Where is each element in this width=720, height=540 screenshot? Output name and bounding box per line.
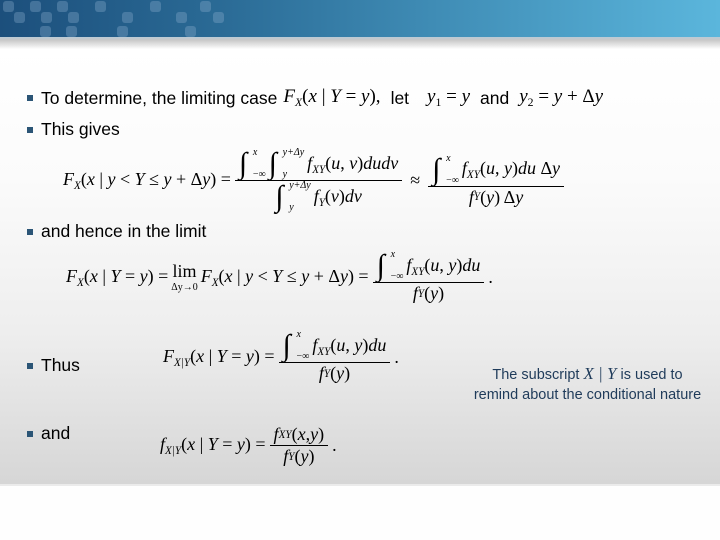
bullet-icon [27,126,33,133]
lower-limit: −∞ [390,271,404,282]
header-tile [30,1,41,12]
header-tile [122,12,133,23]
eq4-fraction: f XY(x, y) f Y(y) [269,424,329,467]
note-line-1: The subscript X | Y is used to [455,364,720,385]
eq1-numerator: ∫ x −∞ ∫ y+Δy y fXY(u, v)dudv [238,147,399,180]
header-banner [0,0,720,37]
header-tile [57,1,68,12]
equation-limit-cdf: FX(x | Y = y) = lim Δy→0 FX(x | y < Y ≤ … [66,250,493,304]
header-tile [3,1,14,12]
integral-sign: ∫ [268,147,277,180]
eq3-fraction: ∫ x −∞ fXY(u, y)du f Y(y) [278,329,391,384]
eq4-denominator: f Y(y) [283,446,315,466]
eq4-lhs: fX|Y(x | Y = y) = [160,434,266,457]
bullet-icon [27,430,33,437]
period: . [394,346,399,367]
eq4-numerator: f XY(x, y) [273,424,325,444]
connector-and: and [480,87,510,108]
bullet-text: To determine, the limiting case [41,87,278,108]
lower-limit: −∞ [252,169,266,180]
bullet-text: and [41,423,71,443]
math-y1: y1 = y [427,86,471,110]
math-fx-given-y: FX(x | Y = y), [283,86,381,110]
approx-sign: ≈ [410,170,421,190]
upper-limit: y+Δy [289,180,311,191]
header-shadow [0,37,720,49]
note-suffix: is used to [620,367,683,383]
header-tile [41,12,52,23]
equation-conditional-cdf-interval: FX(x | y < Y ≤ y + Δy) = ∫ x −∞ ∫ y+Δy y f… [63,148,568,213]
header-tile [213,12,224,23]
header-tile [185,26,196,37]
eq2-fraction: ∫ x −∞ fXY(u, y)du f Y(y) [372,249,485,304]
note-prefix: The subscript [492,367,580,383]
integral-sign: ∫ [432,152,441,186]
lower-limit: y [289,202,294,213]
eq2-lhs: FX(x | Y = y) = [66,265,169,289]
equation-conditional-pdf: fX|Y(x | Y = y) = f XY(x, y) f Y(y) . [160,424,337,467]
header-tile [14,12,25,23]
eq1-denominator: ∫ y+Δy y fY(v)dv [275,180,362,213]
bullet-icon [27,95,33,102]
eq1-rhs-denominator: f Y(y) Δy [468,186,524,207]
integral-sign: ∫ [282,329,291,362]
upper-limit: x [390,249,396,260]
upper-limit: x [446,152,451,164]
header-tile [200,1,211,12]
header-tile [176,12,187,23]
period: . [332,435,337,455]
lower-limit: −∞ [296,351,310,362]
eq1-fraction: ∫ x −∞ ∫ y+Δy y fXY(u, v)dudv ∫ y+Δy y fY(v… [234,147,403,213]
bullet-icon [27,228,33,235]
bullet-text: and hence in the limit [41,221,207,241]
bullet-text: This gives [41,119,120,139]
eq1-lhs: FX(x | y < Y ≤ y + Δy) = [63,169,231,192]
eq1-rhs-numerator: ∫ x −∞ fXY(u, y)du Δy [432,152,561,186]
header-tile [40,26,51,37]
period: . [488,266,493,287]
eq2-limit: lim Δy→0 [171,261,197,293]
equation-conditional-cdf: FX|Y(x | Y = y) = ∫ x −∞ fXY(u, y)du f Y(y… [163,330,399,384]
lim-subscript: Δy→0 [171,282,198,293]
note-line-2: remind about the conditional nature [473,387,702,403]
lower-limit: −∞ [446,174,459,186]
eq3-denominator: f Y(y) [318,363,351,383]
integral-sign: ∫ [238,147,248,180]
eq2-mid: FX(x | y < Y ≤ y + Δy) = [200,265,369,289]
eq2-numerator: ∫ x −∞ fXY(u, y)du [376,249,481,282]
integral-sign: ∫ [275,180,284,213]
subscript-note: The subscript X | Y is used to remind ab… [455,364,720,405]
bullet-item-this-gives: This gives [27,119,120,140]
header-tile [95,1,106,12]
bullet-icon [27,362,33,369]
eq1-rhs-fraction: ∫ x −∞ fXY(u, y)du Δy f Y(y) Δy [428,152,565,208]
panel-bottom-edge [0,484,720,486]
upper-limit: y+Δy [282,147,305,158]
note-math: X | Y [583,364,617,383]
eq3-numerator: ∫ x −∞ fXY(u, y)du [282,329,387,362]
header-tile [150,1,161,12]
integral-sign: ∫ [376,249,385,282]
upper-limit: x [252,147,258,158]
upper-limit: x [296,329,301,340]
header-tile [117,26,128,37]
bullet-item-and: and [27,423,70,444]
bullet-item-thus: Thus [27,355,80,376]
bullet-item-hence-limit: and hence in the limit [27,221,206,242]
bullet-item-limiting-case: To determine, the limiting case FX(x | Y… [27,86,609,110]
lim-label: lim [172,261,197,281]
bullet-text: Thus [41,355,80,375]
eq3-lhs: FX|Y(x | Y = y) = [163,345,275,369]
header-tile [66,26,77,37]
connector-let: let [390,87,410,108]
header-tile [68,12,79,23]
math-y2: y2 = y + Δy [519,86,604,110]
lower-limit: y [282,169,288,180]
eq2-denominator: f Y(y) [412,283,445,303]
